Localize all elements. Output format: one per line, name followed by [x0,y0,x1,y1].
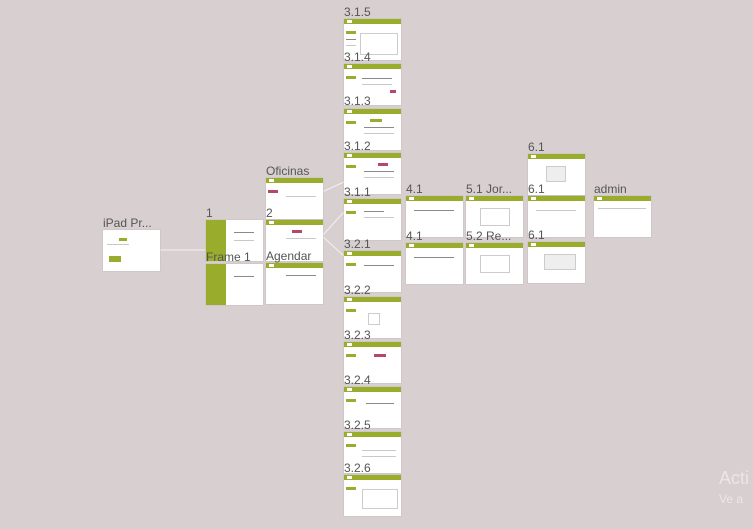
frame-label-3-2-1[interactable]: 3.2.1 [344,237,371,251]
frame-label-5-2[interactable]: 5.2 Re... [466,229,511,243]
frame-label-6-1-c[interactable]: 6.1 [528,228,545,242]
frame-admin[interactable] [594,196,651,237]
frame-label-3-2-4[interactable]: 3.2.4 [344,373,371,387]
frame-label-3-1-1[interactable]: 3.1.1 [344,185,371,199]
frame-label-3-2-2[interactable]: 3.2.2 [344,283,371,297]
frame-frame-1[interactable] [206,264,263,305]
frame-agendar[interactable] [266,263,323,304]
frame-label-6-1-a[interactable]: 6.1 [528,140,545,154]
frame-label-oficinas[interactable]: Oficinas [266,164,309,178]
design-canvas[interactable]: 3.1.5 3.1.4 3.1.3 3.1.2 3.1.1 3.2.1 3.2.… [0,0,753,529]
frame-3-2-6[interactable] [344,475,401,516]
frame-4-1-b[interactable] [406,243,463,284]
frame-label-6-1-b[interactable]: 6.1 [528,182,545,196]
frame-label-4-1-b[interactable]: 4.1 [406,229,423,243]
frame-label-3-1-4[interactable]: 3.1.4 [344,50,371,64]
frame-label-agendar[interactable]: Agendar [266,249,311,263]
frame-3-1-1[interactable] [344,199,401,240]
watermark-line-1: Acti [719,468,750,488]
frame-label-5-1[interactable]: 5.1 Jor... [466,182,512,196]
frame-label-3-1-5[interactable]: 3.1.5 [344,5,371,19]
frame-label-3-2-5[interactable]: 3.2.5 [344,418,371,432]
frame-label-frame-1[interactable]: Frame 1 [206,250,251,264]
frame-ipad[interactable] [103,230,160,271]
frame-label-4-1-a[interactable]: 4.1 [406,182,423,196]
watermark-line-2: Ve a [719,492,744,506]
frame-label-ipad[interactable]: iPad Pr... [103,216,152,230]
frame-5-2[interactable] [466,243,523,284]
frame-oficinas[interactable] [266,178,323,219]
frame-label-3-1-3[interactable]: 3.1.3 [344,94,371,108]
frame-label-admin[interactable]: admin [594,182,627,196]
frame-label-1[interactable]: 1 [206,206,213,220]
frame-label-3-2-3[interactable]: 3.2.3 [344,328,371,342]
frame-label-2[interactable]: 2 [266,206,273,220]
frame-6-1-c[interactable] [528,242,585,283]
frame-label-3-2-6[interactable]: 3.2.6 [344,461,371,475]
frame-label-3-1-2[interactable]: 3.1.2 [344,139,371,153]
